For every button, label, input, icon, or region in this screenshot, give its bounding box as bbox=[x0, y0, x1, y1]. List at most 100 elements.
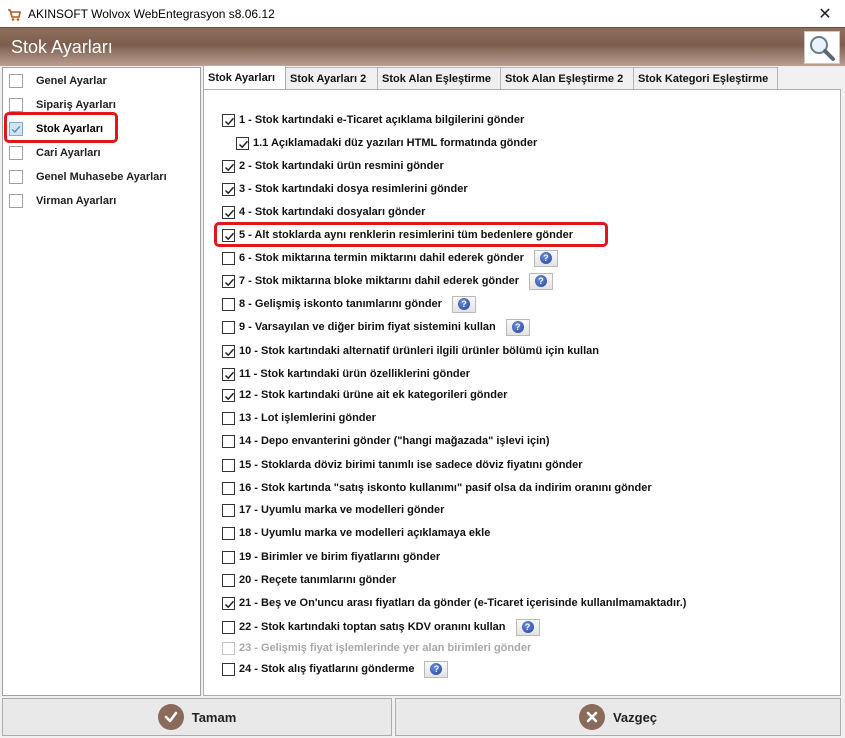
option-row[interactable]: 21 - Beş ve On'uncu arası fiyatları da g… bbox=[222, 594, 686, 612]
option-checkbox[interactable] bbox=[222, 620, 235, 634]
option-checkbox[interactable] bbox=[222, 388, 235, 402]
option-checkbox[interactable] bbox=[222, 481, 235, 495]
close-icon: ✕ bbox=[818, 5, 832, 23]
option-checkbox[interactable] bbox=[222, 251, 235, 265]
option-label: 3 - Stok kartındaki dosya resimlerini gö… bbox=[239, 183, 468, 195]
sidebar-item-label: Genel Ayarlar bbox=[36, 75, 107, 87]
option-checkbox[interactable] bbox=[222, 182, 235, 196]
tab-2[interactable]: Stok Alan Eşleştirme bbox=[377, 67, 501, 89]
option-row[interactable]: 13 - Lot işlemlerini gönder bbox=[222, 409, 376, 427]
option-checkbox[interactable] bbox=[222, 297, 235, 311]
sidebar-checkbox[interactable] bbox=[9, 170, 23, 184]
option-label: 22 - Stok kartındaki toptan satış KDV or… bbox=[239, 621, 506, 633]
help-icon: ? bbox=[534, 275, 547, 287]
ok-button[interactable]: Tamam bbox=[2, 698, 392, 736]
option-row[interactable]: 2 - Stok kartındaki ürün resmini gönder bbox=[222, 157, 444, 175]
option-label: 11 - Stok kartındaki ürün özelliklerini … bbox=[239, 368, 471, 380]
sidebar-checkbox[interactable] bbox=[9, 98, 23, 112]
option-row[interactable]: 8 - Gelişmiş iskonto tanımlarını gönder? bbox=[222, 295, 476, 313]
option-row[interactable]: 11 - Stok kartındaki ürün özelliklerini … bbox=[222, 365, 470, 383]
option-row[interactable]: 6 - Stok miktarına termin miktarını dahi… bbox=[222, 249, 558, 267]
tab-1[interactable]: Stok Ayarları 2 bbox=[285, 67, 378, 89]
option-label: 15 - Stoklarda döviz birimi tanımlı ise … bbox=[239, 459, 583, 471]
option-label: 1 - Stok kartındaki e-Ticaret açıklama b… bbox=[239, 114, 525, 126]
sidebar-checkbox[interactable] bbox=[9, 194, 23, 208]
option-checkbox[interactable] bbox=[222, 411, 235, 425]
option-checkbox[interactable] bbox=[222, 113, 235, 127]
option-label: 4 - Stok kartındaki dosyaları gönder bbox=[239, 206, 426, 218]
option-checkbox[interactable] bbox=[222, 458, 235, 472]
help-button[interactable]: ? bbox=[533, 249, 558, 267]
highlight-option-5 bbox=[214, 222, 608, 247]
cancel-x-icon bbox=[578, 704, 605, 730]
help-button[interactable]: ? bbox=[451, 295, 476, 313]
option-label: 7 - Stok miktarına bloke miktarını dahil… bbox=[239, 275, 519, 287]
search-button[interactable] bbox=[804, 31, 840, 64]
option-row[interactable]: 3 - Stok kartındaki dosya resimlerini gö… bbox=[222, 180, 468, 198]
sidebar-item-label: Cari Ayarları bbox=[36, 147, 101, 159]
option-row[interactable]: 10 - Stok kartındaki alternatif ürünleri… bbox=[222, 342, 599, 360]
option-row[interactable]: 16 - Stok kartında "satış iskonto kullan… bbox=[222, 479, 652, 497]
help-icon: ? bbox=[457, 298, 470, 310]
sidebar-checkbox[interactable] bbox=[9, 146, 23, 160]
option-row[interactable]: 4 - Stok kartındaki dosyaları gönder bbox=[222, 203, 425, 221]
close-button[interactable]: ✕ bbox=[805, 0, 845, 27]
option-label: 1.1 Açıklamadaki düz yazıları HTML forma… bbox=[253, 137, 538, 149]
option-checkbox[interactable] bbox=[236, 136, 249, 150]
option-label: 20 - Reçete tanımlarını gönder bbox=[239, 574, 397, 586]
option-checkbox[interactable] bbox=[222, 320, 235, 334]
option-label: 2 - Stok kartındaki ürün resmini gönder bbox=[239, 160, 444, 172]
option-checkbox[interactable] bbox=[222, 526, 235, 540]
option-label: 12 - Stok kartındaki ürüne ait ek katego… bbox=[239, 389, 508, 401]
sidebar-item-3[interactable]: Cari Ayarları bbox=[9, 143, 101, 163]
page-title: Stok Ayarları bbox=[11, 37, 113, 57]
option-row[interactable]: 9 - Varsayılan ve diğer birim fiyat sist… bbox=[222, 318, 530, 336]
option-checkbox[interactable] bbox=[222, 503, 235, 517]
option-row[interactable]: 24 - Stok alış fiyatlarını gönderme? bbox=[222, 660, 449, 678]
option-label: 9 - Varsayılan ve diğer birim fiyat sist… bbox=[239, 321, 496, 333]
option-checkbox[interactable] bbox=[222, 159, 235, 173]
option-row[interactable]: 22 - Stok kartındaki toptan satış KDV or… bbox=[222, 618, 540, 636]
highlight-sidebar-selection bbox=[4, 112, 118, 143]
option-checkbox[interactable] bbox=[222, 344, 235, 358]
sidebar-item-0[interactable]: Genel Ayarlar bbox=[9, 71, 107, 91]
option-label: 8 - Gelişmiş iskonto tanımlarını gönder bbox=[239, 298, 442, 310]
option-checkbox[interactable] bbox=[222, 662, 235, 676]
sidebar-item-label: Sipariş Ayarları bbox=[36, 99, 116, 111]
option-row[interactable]: 1.1 Açıklamadaki düz yazıları HTML forma… bbox=[236, 134, 537, 152]
tab-4[interactable]: Stok Kategori Eşleştirme bbox=[633, 67, 778, 89]
option-checkbox[interactable] bbox=[222, 573, 235, 587]
option-row[interactable]: 15 - Stoklarda döviz birimi tanımlı ise … bbox=[222, 456, 583, 474]
option-checkbox[interactable] bbox=[222, 367, 235, 381]
option-row[interactable]: 19 - Birimler ve birim fiyatlarını gönde… bbox=[222, 548, 440, 566]
app-icon bbox=[8, 8, 21, 21]
sidebar-item-4[interactable]: Genel Muhasebe Ayarları bbox=[9, 167, 167, 187]
option-checkbox[interactable] bbox=[222, 434, 235, 448]
tab-3[interactable]: Stok Alan Eşleştirme 2 bbox=[500, 67, 634, 89]
sidebar-checkbox[interactable] bbox=[9, 74, 23, 88]
option-checkbox[interactable] bbox=[222, 596, 235, 610]
option-row[interactable]: 14 - Depo envanterini gönder ("hangi mağ… bbox=[222, 432, 550, 450]
option-label: 14 - Depo envanterini gönder ("hangi mağ… bbox=[239, 435, 550, 447]
option-checkbox[interactable] bbox=[222, 205, 235, 219]
help-button[interactable]: ? bbox=[515, 618, 540, 636]
cancel-button-label: Vazgeç bbox=[612, 709, 658, 725]
help-button[interactable]: ? bbox=[528, 272, 553, 290]
option-row[interactable]: 18 - Uyumlu marka ve modelleri açıklamay… bbox=[222, 524, 490, 542]
option-label: 18 - Uyumlu marka ve modelleri açıklamay… bbox=[239, 527, 491, 539]
cancel-button[interactable]: Vazgeç bbox=[395, 698, 841, 736]
help-button[interactable]: ? bbox=[424, 660, 449, 678]
option-row[interactable]: 20 - Reçete tanımlarını gönder bbox=[222, 571, 396, 589]
help-button[interactable]: ? bbox=[505, 318, 530, 336]
option-checkbox[interactable] bbox=[222, 550, 235, 564]
option-row[interactable]: 7 - Stok miktarına bloke miktarını dahil… bbox=[222, 272, 553, 290]
option-row[interactable]: 1 - Stok kartındaki e-Ticaret açıklama b… bbox=[222, 111, 524, 129]
sidebar-item-5[interactable]: Virman Ayarları bbox=[9, 191, 116, 211]
sidebar-item-label: Virman Ayarları bbox=[36, 195, 117, 207]
option-row[interactable]: 17 - Uyumlu marka ve modelleri gönder bbox=[222, 501, 444, 519]
option-checkbox[interactable] bbox=[222, 274, 235, 288]
option-row[interactable]: 12 - Stok kartındaki ürüne ait ek katego… bbox=[222, 386, 507, 404]
tab-0[interactable]: Stok Ayarları bbox=[203, 65, 286, 89]
option-checkbox bbox=[222, 641, 235, 655]
option-row: 23 - Gelişmiş fiyat işlemlerinde yer ala… bbox=[222, 639, 531, 657]
